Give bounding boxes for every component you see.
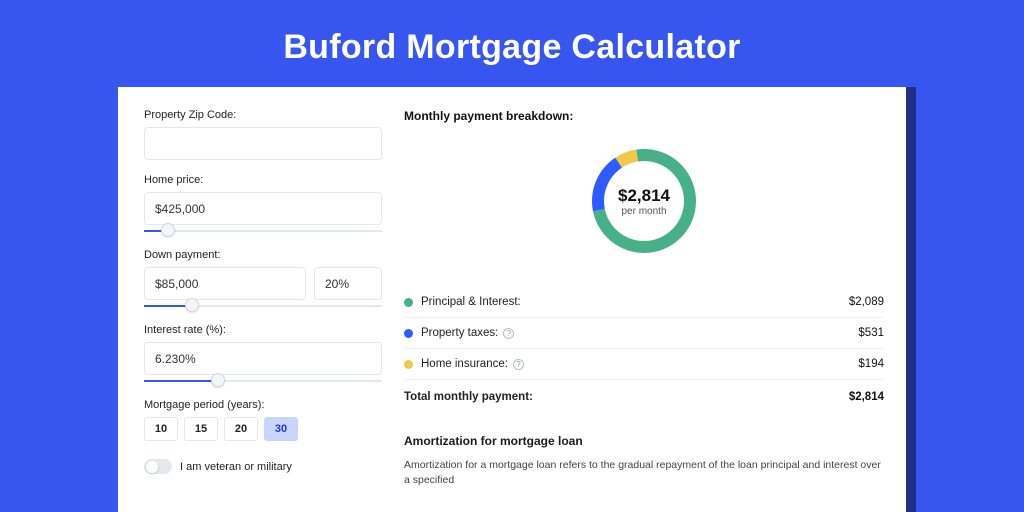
donut-wrap: $2,814 per month [404, 135, 884, 281]
calculator-card: Property Zip Code: Home price: Down paym… [118, 87, 906, 512]
legend-value: $531 [858, 327, 884, 339]
legend-row-pi: Principal & Interest: $2,089 [404, 287, 884, 318]
slider-thumb-icon[interactable] [185, 298, 199, 312]
down-amount-input[interactable] [144, 267, 306, 300]
down-label: Down payment: [144, 249, 382, 261]
page-title: Buford Mortgage Calculator [0, 0, 1024, 87]
breakdown-title: Monthly payment breakdown: [404, 109, 884, 123]
rate-input[interactable] [144, 342, 382, 375]
info-icon[interactable]: ? [513, 359, 524, 370]
period-option-10[interactable]: 10 [144, 417, 178, 441]
period-label: Mortgage period (years): [144, 399, 382, 411]
price-field: Home price: [144, 174, 382, 235]
down-pct-input[interactable] [314, 267, 382, 300]
amortization-body: Amortization for a mortgage loan refers … [404, 458, 884, 488]
info-icon[interactable]: ? [503, 328, 514, 339]
legend-dot-icon [404, 360, 413, 369]
price-input[interactable] [144, 192, 382, 225]
form-column: Property Zip Code: Home price: Down paym… [144, 109, 382, 512]
donut-sub: per month [621, 206, 666, 217]
breakdown-column: Monthly payment breakdown: $2,814 per mo… [404, 109, 884, 512]
veteran-toggle-row: I am veteran or military [144, 459, 382, 474]
down-field: Down payment: [144, 249, 382, 310]
slider-fill [144, 380, 218, 382]
zip-input[interactable] [144, 127, 382, 160]
rate-label: Interest rate (%): [144, 324, 382, 336]
slider-track [144, 230, 382, 232]
legend-name: Principal & Interest: [421, 296, 521, 308]
period-field: Mortgage period (years): 10152030 [144, 399, 382, 441]
period-option-30[interactable]: 30 [264, 417, 298, 441]
price-slider[interactable] [144, 227, 382, 235]
legend-name: Total monthly payment: [404, 391, 533, 403]
legend-name: Property taxes: [421, 327, 498, 339]
legend-dot-icon [404, 329, 413, 338]
legend-row-ins: Home insurance:? $194 [404, 349, 884, 380]
period-option-20[interactable]: 20 [224, 417, 258, 441]
amortization-title: Amortization for mortgage loan [404, 434, 884, 448]
rate-field: Interest rate (%): [144, 324, 382, 385]
donut-center: $2,814 per month [604, 161, 684, 241]
slider-thumb-icon[interactable] [161, 223, 175, 237]
period-option-15[interactable]: 15 [184, 417, 218, 441]
legend-row-tax: Property taxes:? $531 [404, 318, 884, 349]
legend-name: Home insurance: [421, 358, 508, 370]
legend-value: $2,089 [849, 296, 884, 308]
period-options: 10152030 [144, 417, 382, 441]
zip-field: Property Zip Code: [144, 109, 382, 160]
veteran-label: I am veteran or military [180, 461, 292, 473]
price-label: Home price: [144, 174, 382, 186]
zip-label: Property Zip Code: [144, 109, 382, 121]
legend-value: $2,814 [849, 391, 884, 403]
amortization-section: Amortization for mortgage loan Amortizat… [404, 434, 884, 488]
donut-chart: $2,814 per month [584, 141, 704, 261]
legend-row-total: Total monthly payment: $2,814 [404, 380, 884, 412]
down-input-row [144, 267, 382, 300]
rate-slider[interactable] [144, 377, 382, 385]
down-slider[interactable] [144, 302, 382, 310]
legend-value: $194 [858, 358, 884, 370]
legend-dot-icon [404, 298, 413, 307]
donut-amount: $2,814 [618, 186, 670, 206]
slider-thumb-icon[interactable] [211, 373, 225, 387]
toggle-knob-icon [146, 461, 158, 473]
legend-list: Principal & Interest: $2,089 Property taxe… [404, 287, 884, 412]
veteran-toggle[interactable] [144, 459, 172, 474]
